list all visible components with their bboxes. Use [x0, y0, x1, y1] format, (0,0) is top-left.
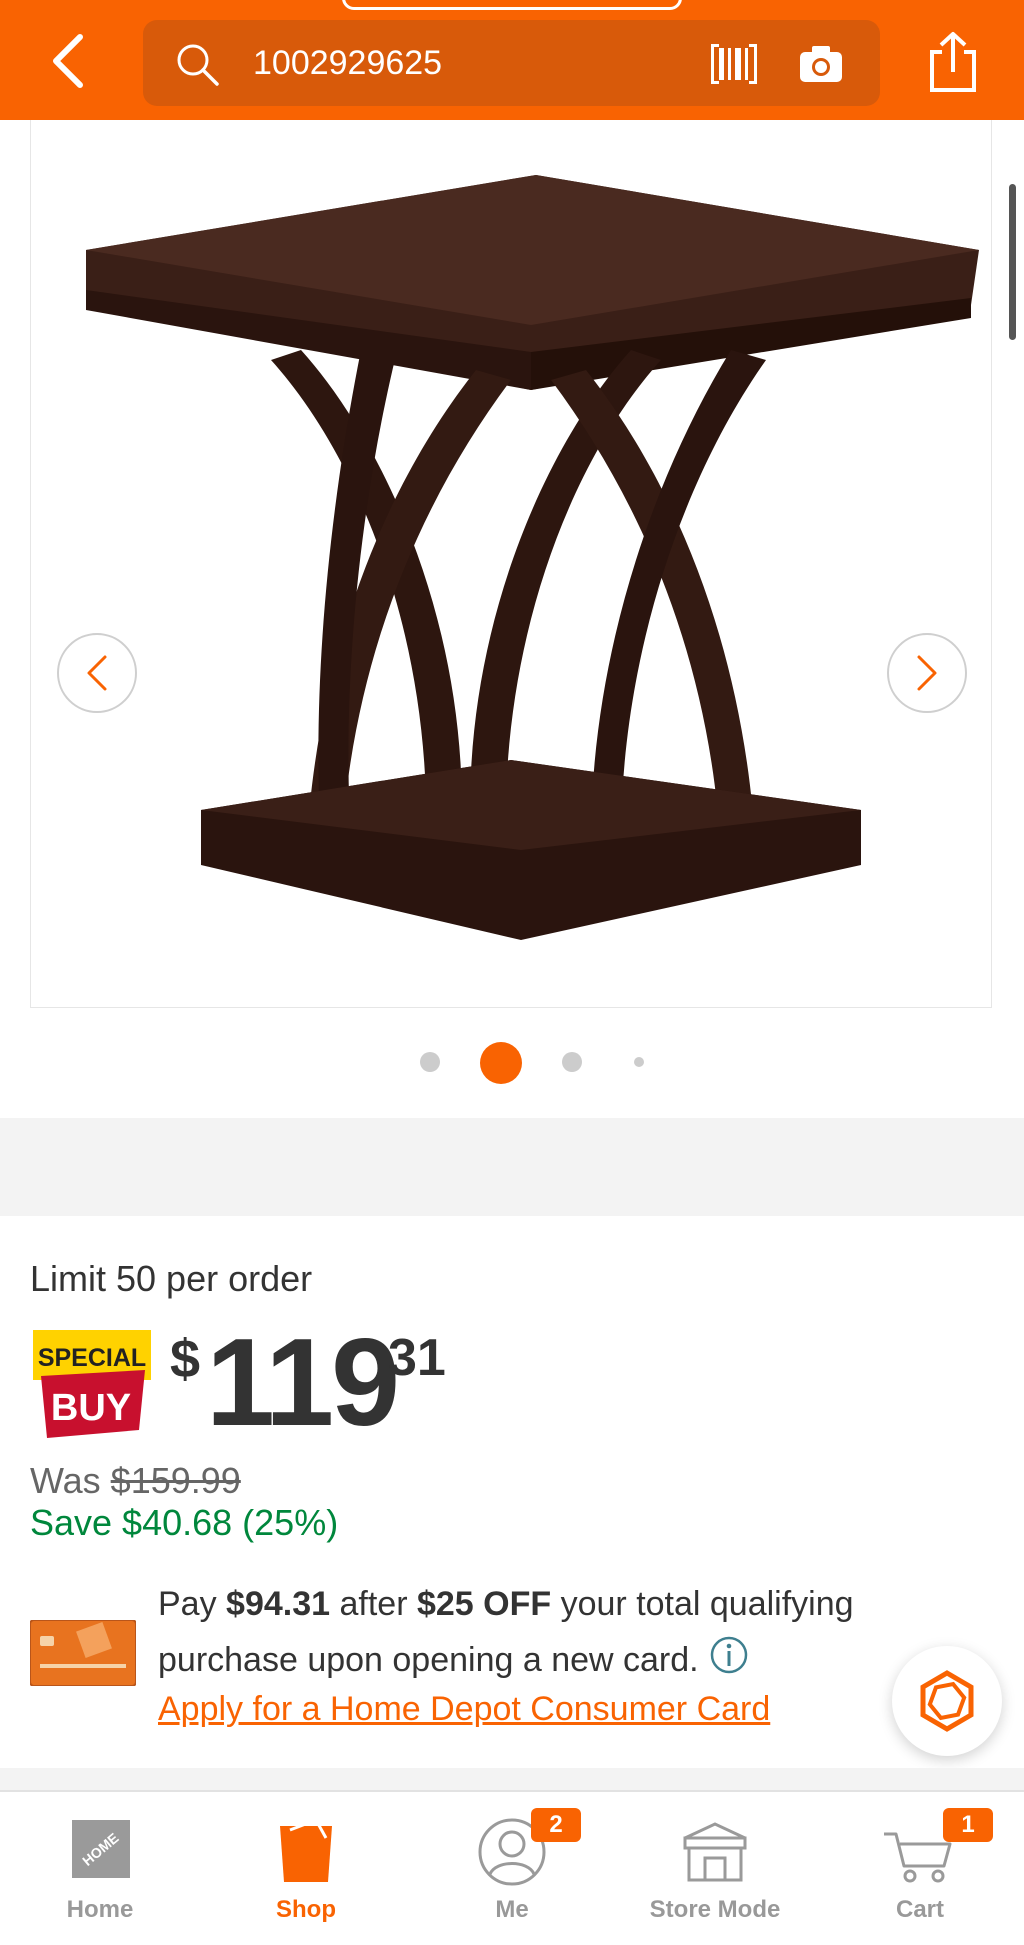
- search-icon: [177, 44, 219, 86]
- badge-buy-text: BUY: [51, 1387, 131, 1429]
- barcode-icon[interactable]: [709, 42, 759, 86]
- badge-special-text: SPECIAL: [38, 1344, 146, 1372]
- price-whole: 119: [206, 1314, 400, 1452]
- status-pill: [342, 0, 682, 10]
- chat-assistant-button[interactable]: [892, 1646, 1002, 1756]
- chevron-left-icon: [87, 655, 107, 691]
- search-bar[interactable]: 1002929625: [143, 20, 880, 106]
- pagination-dot[interactable]: [634, 1057, 644, 1067]
- pagination-dot[interactable]: [420, 1052, 440, 1072]
- nav-store-mode[interactable]: Store Mode: [630, 1792, 800, 1945]
- promo-pay-amount: $94.31: [226, 1585, 331, 1623]
- hexagon-chat-icon: [920, 1670, 974, 1732]
- gallery-prev-button[interactable]: [57, 633, 137, 713]
- nav-me[interactable]: 2 Me: [427, 1792, 597, 1945]
- nav-cart[interactable]: 1 Cart: [835, 1792, 1005, 1945]
- end-table-image: [86, 175, 979, 940]
- price-currency: $: [170, 1329, 201, 1389]
- credit-card-image: [29, 1619, 137, 1687]
- savings-text: Save $40.68 (25%): [30, 1502, 339, 1543]
- was-price: Was $159.99: [30, 1460, 241, 1502]
- nav-me-label: Me: [495, 1896, 529, 1923]
- cart-count-badge: 1: [943, 1808, 993, 1842]
- shop-bag-icon: [266, 1814, 346, 1886]
- price-cents: 31: [388, 1329, 446, 1387]
- info-icon[interactable]: [709, 1635, 749, 1675]
- was-label: Was: [30, 1460, 111, 1501]
- product-image[interactable]: [30, 120, 992, 1008]
- store-icon: [675, 1814, 755, 1886]
- order-limit-text: Limit 50 per order: [30, 1258, 313, 1299]
- top-app-bar: 1002929625: [0, 0, 1024, 120]
- section-divider: [0, 1118, 1024, 1216]
- gallery-next-button[interactable]: [887, 633, 967, 713]
- nav-shop-label: Shop: [276, 1896, 336, 1923]
- nav-home-label: Home: [66, 1896, 134, 1923]
- back-chevron-icon: [53, 34, 83, 88]
- special-buy-badge: SPECIAL BUY: [33, 1330, 151, 1438]
- nav-store-mode-label: Store Mode: [649, 1896, 781, 1923]
- original-price: $159.99: [110, 1460, 241, 1501]
- nav-shop[interactable]: Shop: [221, 1792, 391, 1945]
- promo-after-label: after: [330, 1585, 417, 1623]
- notification-badge: 2: [531, 1808, 581, 1842]
- share-icon: [930, 32, 976, 92]
- camera-icon[interactable]: [798, 44, 844, 84]
- gallery-pagination: [0, 1040, 1024, 1084]
- share-button[interactable]: [924, 30, 982, 94]
- apply-card-link[interactable]: Apply for a Home Depot Consumer Card: [158, 1690, 770, 1729]
- scrollbar[interactable]: [1009, 184, 1016, 340]
- nav-home[interactable]: HOME Home: [15, 1792, 185, 1945]
- search-input[interactable]: 1002929625: [253, 42, 442, 84]
- pagination-dot[interactable]: [562, 1052, 582, 1072]
- product-gallery: [0, 120, 1024, 1116]
- home-depot-logo-icon: HOME: [60, 1814, 140, 1886]
- nav-cart-label: Cart: [895, 1896, 944, 1923]
- promo-off-amount: $25 OFF: [416, 1585, 552, 1623]
- section-divider: [0, 1768, 1024, 1790]
- card-promo-text: Pay $94.31 after $25 OFF your total qual…: [158, 1576, 938, 1688]
- chevron-right-icon: [917, 655, 937, 691]
- promo-pay-label: Pay: [158, 1585, 227, 1623]
- back-button[interactable]: [40, 26, 96, 96]
- pagination-dot-active[interactable]: [480, 1042, 522, 1084]
- bottom-navigation: HOME Home Shop 2 Me Store Mode 1 Cart: [0, 1790, 1024, 1945]
